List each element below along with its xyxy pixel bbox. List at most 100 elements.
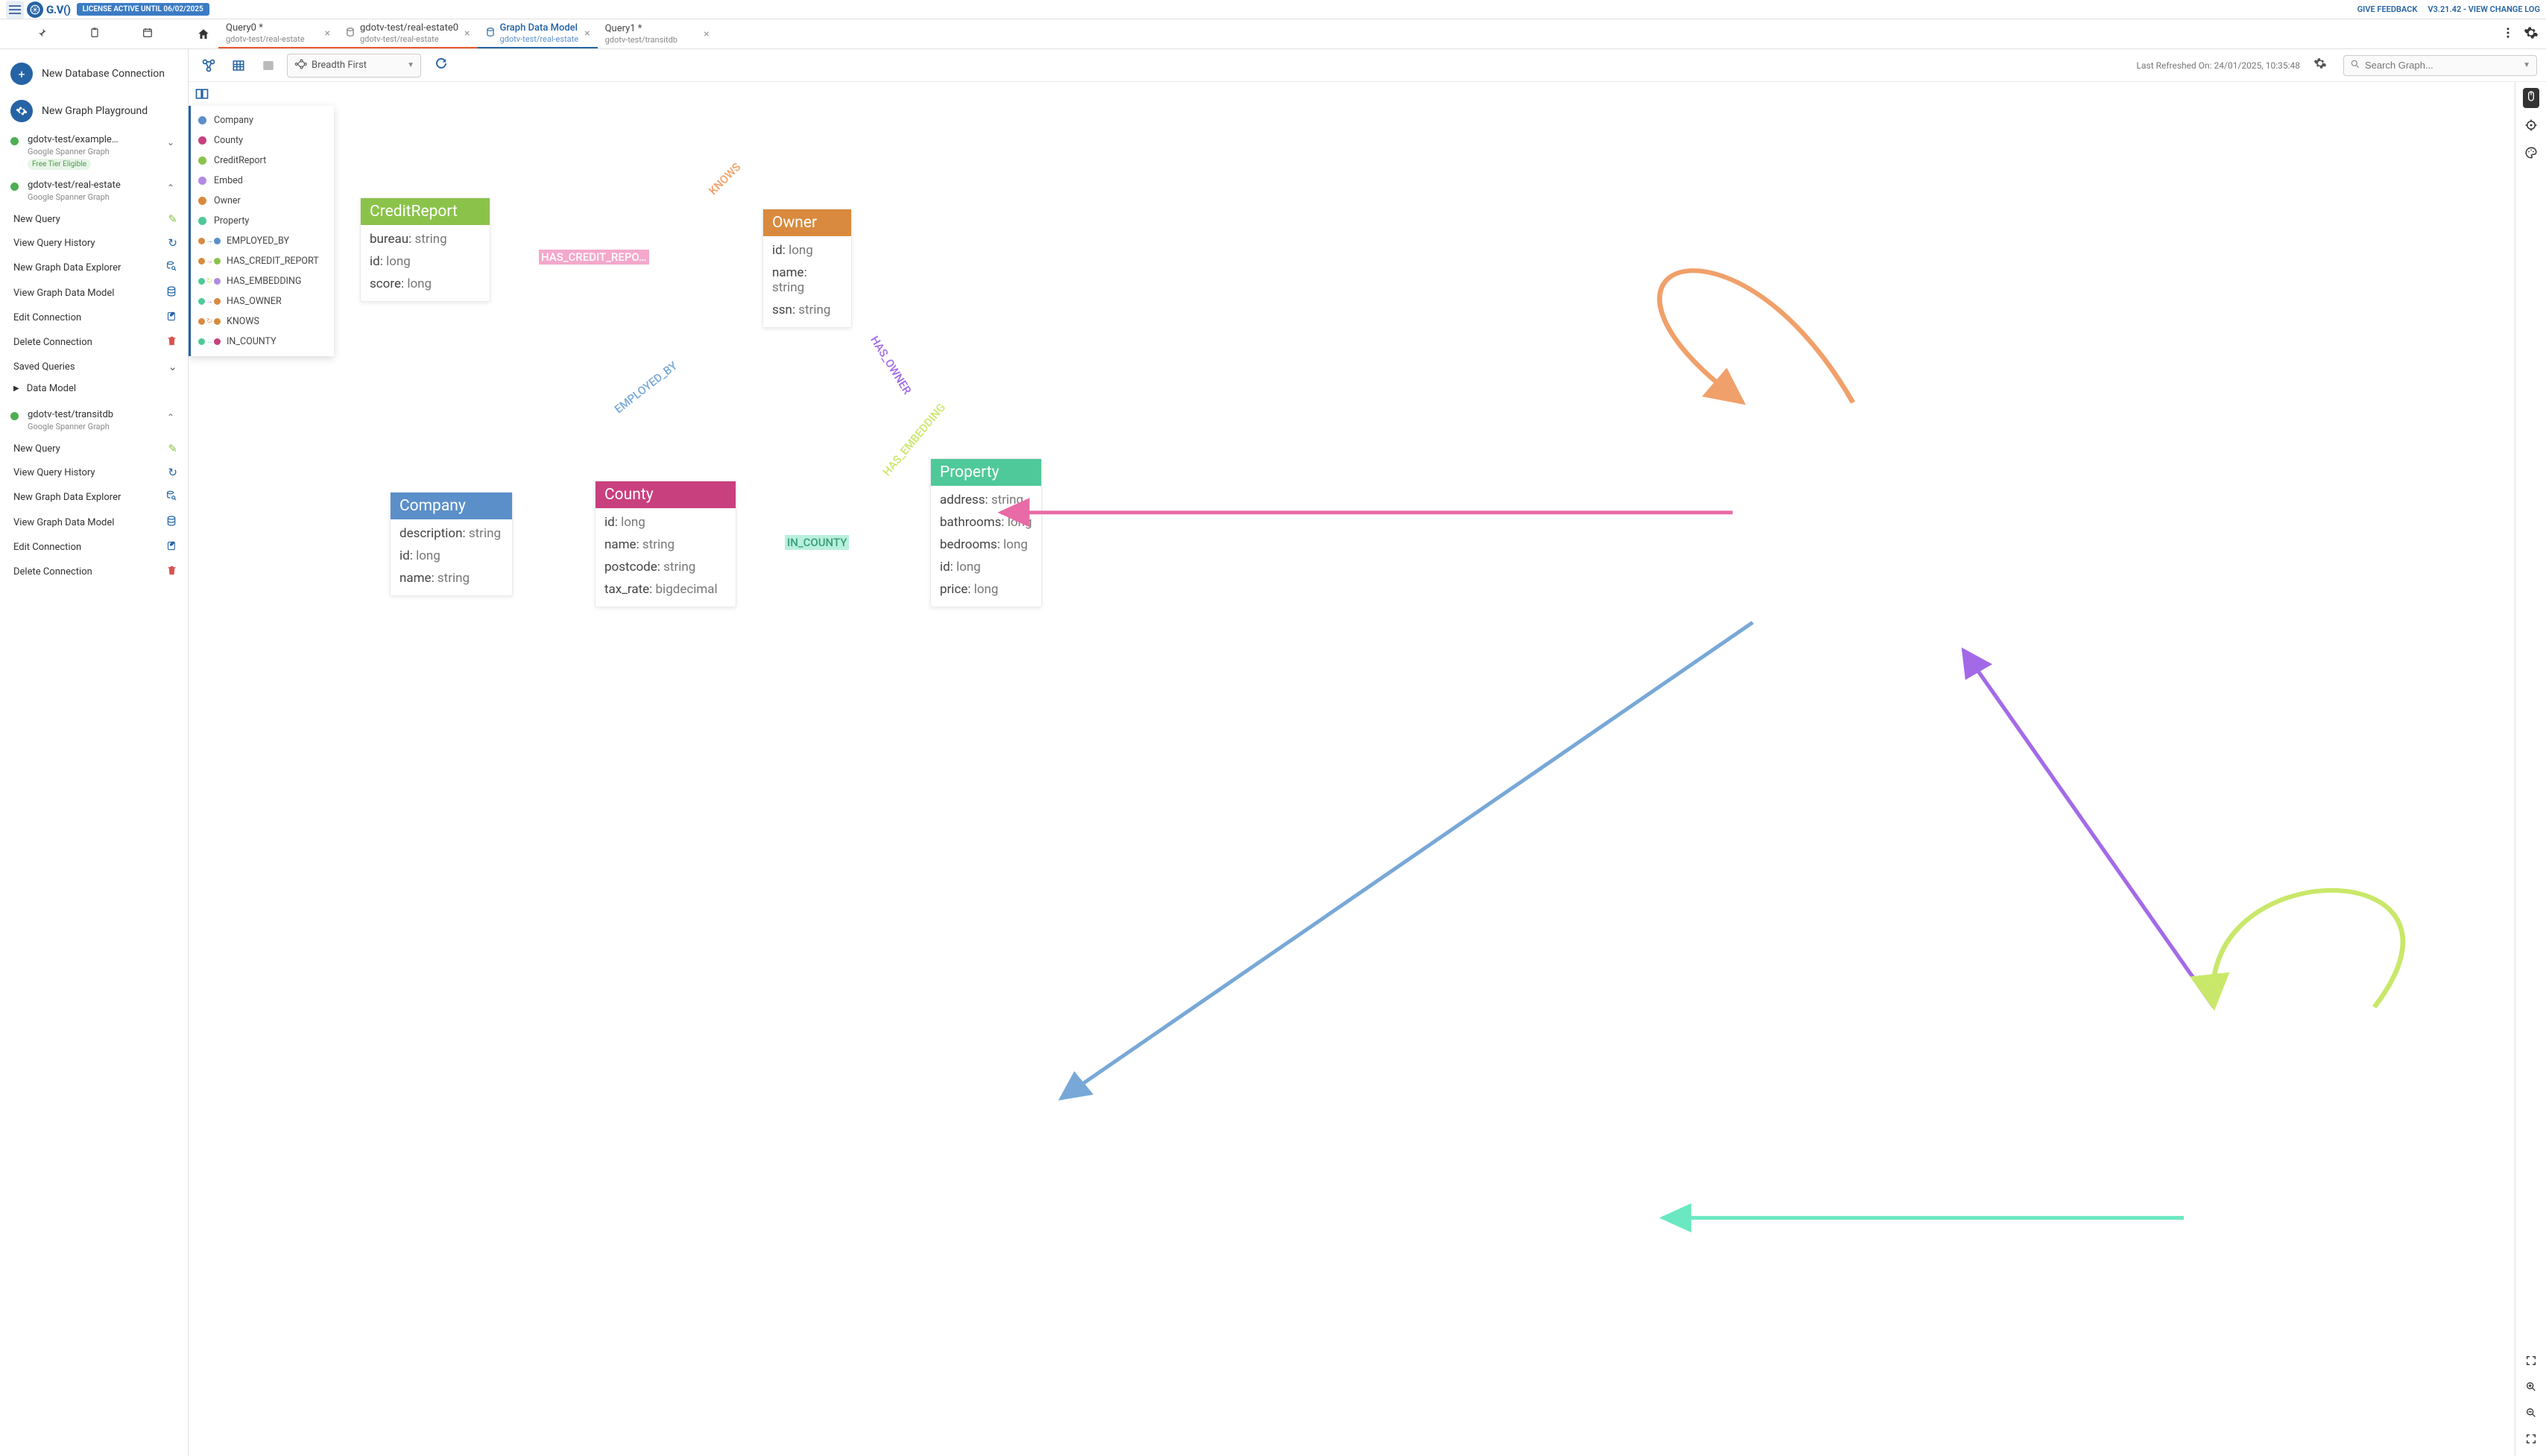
chevron-down-icon: ▼ xyxy=(2523,61,2530,69)
view-history-action[interactable]: View Query History↻ xyxy=(0,460,188,484)
legend-toggle[interactable] xyxy=(195,86,209,104)
node-header: Property xyxy=(931,459,1041,486)
legend-edge-has-credit-report[interactable]: →HAS_CREDIT_REPORT xyxy=(191,251,334,271)
pin-icon[interactable] xyxy=(36,27,48,42)
chevron-up-icon[interactable]: ⌃ xyxy=(164,180,177,196)
close-icon[interactable]: × xyxy=(704,28,709,40)
trash-icon xyxy=(166,565,177,579)
data-model-tree-item[interactable]: ▶Data Model xyxy=(0,379,188,399)
new-playground-button[interactable]: New Graph Playground xyxy=(0,92,188,130)
connection-item[interactable]: gdotv-test/example… Google Spanner Graph… xyxy=(0,130,188,175)
connection-item[interactable]: gdotv-test/real-estate Google Spanner Gr… xyxy=(0,175,188,207)
legend-edge-has-embedding[interactable]: ↻HAS_EMBEDDING xyxy=(191,271,334,291)
legend-node-property[interactable]: Property xyxy=(191,211,334,231)
edge-label-in-county[interactable]: IN_COUNTY xyxy=(785,535,849,550)
legend-dot xyxy=(198,136,206,145)
tab-title: Graph Data Model xyxy=(500,22,579,34)
edit-icon xyxy=(166,311,177,325)
image-view-button[interactable] xyxy=(257,54,279,77)
chevron-up-icon[interactable]: ⌃ xyxy=(164,409,177,425)
home-tab[interactable] xyxy=(189,19,218,48)
layout-icon xyxy=(294,57,307,74)
new-query-action[interactable]: New Query✎ xyxy=(0,437,188,460)
new-explorer-action[interactable]: New Graph Data Explorer xyxy=(0,255,188,280)
view-data-model-action[interactable]: View Graph Data Model xyxy=(0,510,188,535)
edge-label-knows[interactable]: KNOWS xyxy=(704,158,746,200)
menu-button[interactable] xyxy=(6,1,24,19)
node-county[interactable]: County id: long name: string postcode: s… xyxy=(595,481,736,607)
edge-label-has-owner[interactable]: HAS_OWNER xyxy=(866,332,916,399)
connection-title: gdotv-test/example… xyxy=(28,134,143,147)
close-icon[interactable]: × xyxy=(584,28,590,39)
delete-connection-action[interactable]: Delete Connection xyxy=(0,560,188,584)
node-header: Company xyxy=(391,493,512,519)
tab-real-estate0[interactable]: gdotv-test/real-estate0 gdotv-test/real-… xyxy=(338,19,478,48)
legend-node-owner[interactable]: Owner xyxy=(191,191,334,211)
edit-connection-action[interactable]: Edit Connection xyxy=(0,535,188,560)
legend-edge-knows[interactable]: ↻KNOWS xyxy=(191,311,334,332)
node-property[interactable]: Property address: string bathrooms: long… xyxy=(930,458,1042,607)
chevron-down-icon[interactable]: ⌄ xyxy=(164,134,177,151)
calendar-icon[interactable] xyxy=(142,27,154,42)
edge-label-employed-by[interactable]: EMPLOYED_BY xyxy=(610,357,682,418)
legend-dot xyxy=(198,217,206,225)
node-header: County xyxy=(596,481,736,508)
edit-connection-action[interactable]: Edit Connection xyxy=(0,306,188,330)
status-dot xyxy=(10,137,19,145)
fullscreen-button[interactable] xyxy=(2525,1355,2537,1370)
zoom-in-button[interactable] xyxy=(2525,1381,2537,1396)
connection-sub: Google Spanner Graph xyxy=(28,192,164,203)
locate-button[interactable] xyxy=(2524,118,2538,136)
settings-icon[interactable] xyxy=(2524,25,2539,43)
give-feedback-link[interactable]: GIVE FEEDBACK xyxy=(2357,4,2418,14)
tab-title: Query0 * xyxy=(226,22,319,34)
new-connection-button[interactable]: + New Database Connection xyxy=(0,55,188,92)
zoom-out-button[interactable] xyxy=(2525,1407,2537,1422)
connection-item[interactable]: gdotv-test/transitdb Google Spanner Grap… xyxy=(0,405,188,437)
tab-graph-data-model[interactable]: Graph Data Model gdotv-test/real-estate … xyxy=(478,19,598,48)
node-company[interactable]: Company description: string id: long nam… xyxy=(390,492,513,596)
version-changelog-link[interactable]: V3.21.42 - VIEW CHANGE LOG xyxy=(2427,4,2540,14)
node-creditreport[interactable]: CreditReport bureau: string id: long sco… xyxy=(360,197,490,302)
legend-edge-in-county[interactable]: →IN_COUNTY xyxy=(191,332,334,352)
graph-canvas[interactable]: Company County CreditReport Embed Owner … xyxy=(189,82,2515,1456)
view-history-action[interactable]: View Query History↻ xyxy=(0,231,188,255)
db-icon xyxy=(165,285,177,300)
legend-node-company[interactable]: Company xyxy=(191,110,334,130)
legend-node-creditreport[interactable]: CreditReport xyxy=(191,151,334,171)
mouse-mode-button[interactable] xyxy=(2523,88,2539,108)
close-icon[interactable]: × xyxy=(464,28,470,39)
clipboard-icon[interactable] xyxy=(89,27,101,42)
sidebar: + New Database Connection New Graph Play… xyxy=(0,49,189,1456)
edge-label-has-credit-report[interactable]: HAS_CREDIT_REPO… xyxy=(539,250,649,265)
legend-edge-employed-by[interactable]: →EMPLOYED_BY xyxy=(191,231,334,251)
legend-node-county[interactable]: County xyxy=(191,130,334,151)
toolbar-settings-button[interactable] xyxy=(2313,57,2327,74)
gear-icon xyxy=(10,100,33,122)
table-view-button[interactable] xyxy=(227,54,250,77)
layout-dropdown[interactable]: Breadth First ▼ xyxy=(287,54,421,77)
legend-edge-has-owner[interactable]: →HAS_OWNER xyxy=(191,291,334,311)
saved-queries-action[interactable]: Saved Queries⌄ xyxy=(0,355,188,379)
legend-node-embed[interactable]: Embed xyxy=(191,171,334,191)
new-query-action[interactable]: New Query✎ xyxy=(0,207,188,231)
db-search-icon xyxy=(165,260,177,275)
search-field[interactable] xyxy=(2365,60,2523,71)
last-refreshed-text: Last Refreshed On: 24/01/2025, 10:35:48 xyxy=(2137,60,2300,71)
palette-button[interactable] xyxy=(2524,146,2538,163)
node-owner[interactable]: Owner id: long name: string ssn: string xyxy=(762,209,852,328)
tab-sub: gdotv-test/transitdb xyxy=(605,35,698,45)
fit-button[interactable] xyxy=(2525,1433,2537,1449)
view-data-model-action[interactable]: View Graph Data Model xyxy=(0,280,188,306)
delete-connection-action[interactable]: Delete Connection xyxy=(0,330,188,355)
search-graph-input[interactable]: ▼ xyxy=(2343,55,2537,76)
more-icon[interactable] xyxy=(2501,26,2515,42)
graph-view-button[interactable] xyxy=(198,54,220,77)
new-explorer-action[interactable]: New Graph Data Explorer xyxy=(0,484,188,510)
tab-query1[interactable]: Query1 * gdotv-test/transitdb × xyxy=(598,19,717,48)
refresh-button[interactable] xyxy=(435,57,448,74)
connection-sub: Google Spanner Graph xyxy=(28,147,164,157)
close-icon[interactable]: × xyxy=(325,28,330,39)
tab-query0[interactable]: Query0 * gdotv-test/real-estate × xyxy=(218,19,338,48)
trash-icon xyxy=(166,335,177,349)
